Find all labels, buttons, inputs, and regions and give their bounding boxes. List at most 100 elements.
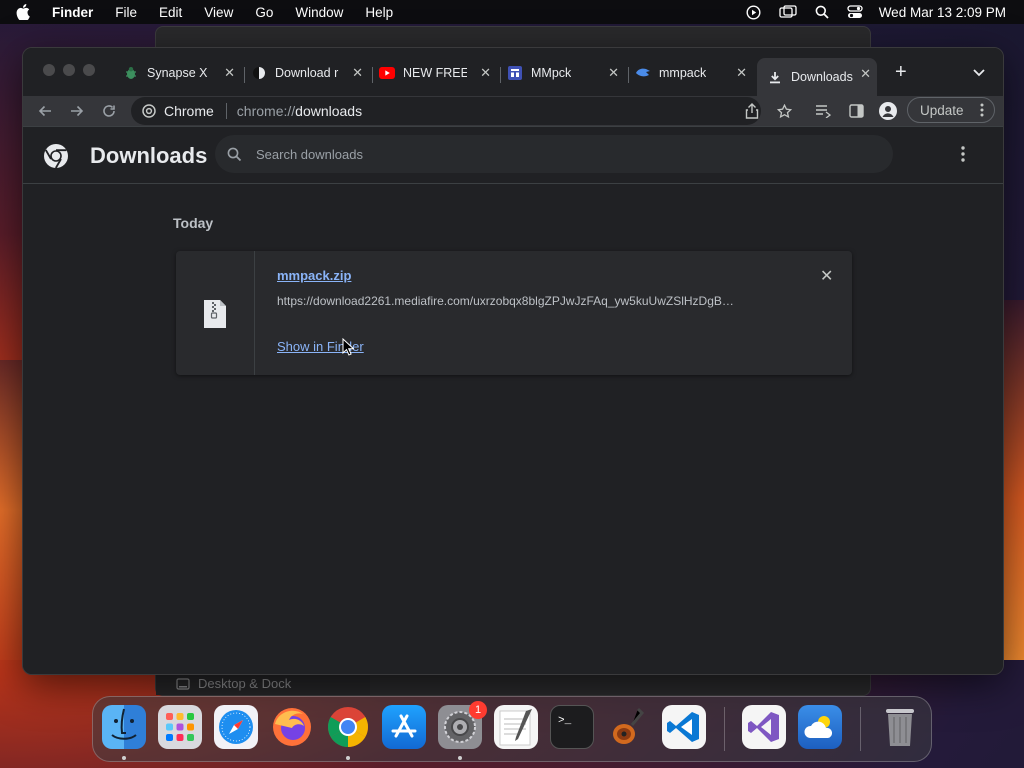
- browser-toolbar: Chrome chrome://downloads Update: [23, 96, 1003, 126]
- menu-go[interactable]: Go: [255, 5, 273, 20]
- downloads-page: Downloads Search downloads Today mmpack.…: [23, 126, 1003, 674]
- control-center-icon[interactable]: [847, 5, 863, 19]
- reading-list-icon[interactable]: [814, 102, 832, 120]
- minimize-window-button[interactable]: [63, 64, 75, 76]
- now-playing-icon[interactable]: [746, 4, 761, 20]
- window-controls: [43, 64, 103, 76]
- close-window-button[interactable]: [43, 64, 55, 76]
- svg-text:>_: >_: [558, 715, 572, 727]
- url-scheme: chrome://: [236, 103, 296, 119]
- finder-running-dot: [122, 756, 126, 760]
- dock: 1 >_: [92, 696, 932, 762]
- tab-separator: [244, 67, 245, 83]
- youtube-icon: [379, 65, 395, 81]
- tab-title: Download r: [275, 66, 339, 80]
- forward-arrow-icon[interactable]: [67, 101, 87, 121]
- close-tab-icon[interactable]: ✕: [352, 65, 363, 81]
- tab-youtube[interactable]: NEW FREE ✕: [379, 58, 497, 88]
- more-options-icon[interactable]: [961, 146, 965, 167]
- chrome-icon: [142, 104, 156, 118]
- tab-mmpack[interactable]: mmpack ✕: [635, 58, 753, 88]
- menu-app-name[interactable]: Finder: [52, 5, 93, 20]
- app-store-dock-icon[interactable]: [382, 705, 426, 749]
- download-file-name-link[interactable]: mmpack.zip: [277, 268, 351, 283]
- tab-mmpck[interactable]: MMpck ✕: [507, 58, 625, 88]
- tab-title: mmpack: [659, 66, 707, 80]
- zoom-window-button[interactable]: [83, 64, 95, 76]
- chrome-dock-icon[interactable]: [326, 705, 370, 749]
- close-tab-icon[interactable]: ✕: [608, 65, 619, 81]
- downloads-header: Downloads Search downloads: [23, 127, 1003, 184]
- tab-separator: [628, 67, 629, 83]
- dark-half-circle-icon: [251, 65, 267, 81]
- side-panel-icon[interactable]: [847, 102, 865, 120]
- profile-avatar-icon[interactable]: [879, 102, 897, 120]
- address-bar[interactable]: Chrome chrome://downloads: [131, 97, 761, 125]
- close-tab-icon[interactable]: ✕: [736, 65, 747, 81]
- share-icon[interactable]: [743, 102, 761, 120]
- search-placeholder: Search downloads: [256, 146, 363, 162]
- site-info-chip[interactable]: Chrome: [142, 103, 214, 119]
- page-title: Downloads: [90, 143, 208, 168]
- search-icon: [227, 147, 242, 162]
- site-chip-label: Chrome: [164, 103, 214, 119]
- mouse-cursor-icon: [342, 337, 355, 361]
- spotlight-icon[interactable]: [815, 5, 829, 19]
- chrome-window: Synapse X ✕ Download r ✕ NEW FREE ✕ MMpc…: [22, 47, 1004, 675]
- mmpck-icon: [507, 65, 523, 81]
- back-arrow-icon[interactable]: [35, 101, 55, 121]
- chrome-logo-icon: [43, 143, 69, 174]
- screen-mirroring-icon[interactable]: [779, 5, 797, 19]
- visual-studio-dock-icon[interactable]: [742, 705, 786, 749]
- omnibox-separator: [225, 103, 227, 119]
- tab-title: Downloads: [791, 70, 853, 84]
- menu-bar: Finder File Edit View Go Window Help Wed…: [0, 0, 1024, 24]
- mmpack-icon: [635, 65, 651, 81]
- garageband-dock-icon[interactable]: [606, 705, 650, 749]
- menu-help[interactable]: Help: [365, 5, 393, 20]
- close-tab-icon[interactable]: ✕: [224, 65, 235, 81]
- bookmark-star-icon[interactable]: [775, 102, 793, 120]
- tab-title: MMpck: [531, 66, 572, 80]
- tab-title: NEW FREE: [403, 66, 467, 80]
- menu-window[interactable]: Window: [295, 5, 343, 20]
- terminal-dock-icon[interactable]: >_: [550, 705, 594, 749]
- tab-separator: [500, 67, 501, 83]
- menu-view[interactable]: View: [204, 5, 233, 20]
- safari-dock-icon[interactable]: [214, 705, 258, 749]
- firefox-dock-icon[interactable]: [270, 705, 314, 749]
- search-downloads-input[interactable]: Search downloads: [215, 135, 893, 173]
- weather-dock-icon[interactable]: [798, 705, 842, 749]
- url-path: downloads: [295, 103, 363, 119]
- reload-icon[interactable]: [99, 101, 119, 121]
- menu-clock[interactable]: Wed Mar 13 2:09 PM: [879, 5, 1006, 20]
- menu-file[interactable]: File: [115, 5, 137, 20]
- dock-separator: [860, 707, 861, 751]
- tab-downloads[interactable]: Downloads ✕: [757, 58, 877, 96]
- apple-menu-icon[interactable]: [16, 4, 38, 20]
- desktop-dock-label: Desktop & Dock: [198, 676, 292, 691]
- tab-download[interactable]: Download r ✕: [251, 58, 369, 88]
- chrome-running-dot: [346, 756, 350, 760]
- update-button[interactable]: Update: [907, 97, 995, 123]
- remove-download-icon[interactable]: ✕: [820, 266, 833, 286]
- tab-search-chevron-icon[interactable]: [973, 64, 985, 82]
- tab-title: Synapse X: [147, 66, 208, 80]
- tab-synapse-x[interactable]: Synapse X ✕: [123, 58, 241, 88]
- menu-edit[interactable]: Edit: [159, 5, 182, 20]
- notification-badge: 1: [469, 701, 487, 719]
- dock-separator: [724, 707, 725, 751]
- chrome-menu-icon[interactable]: [980, 103, 984, 120]
- settings-running-dot: [458, 756, 462, 760]
- new-tab-plus-icon[interactable]: +: [895, 61, 907, 84]
- close-tab-icon[interactable]: ✕: [860, 66, 871, 82]
- finder-dock-icon[interactable]: [102, 705, 146, 749]
- download-item-card: mmpack.zip https://download2261.mediafir…: [176, 251, 852, 375]
- download-source-url: https://download2261.mediafire.com/uxrzo…: [277, 294, 734, 308]
- trash-dock-icon[interactable]: [878, 705, 922, 749]
- close-tab-icon[interactable]: ✕: [480, 65, 491, 81]
- textedit-dock-icon[interactable]: [494, 705, 538, 749]
- launchpad-dock-icon[interactable]: [158, 705, 202, 749]
- desktop-dock-item[interactable]: Desktop & Dock: [176, 676, 291, 691]
- vscode-dock-icon[interactable]: [662, 705, 706, 749]
